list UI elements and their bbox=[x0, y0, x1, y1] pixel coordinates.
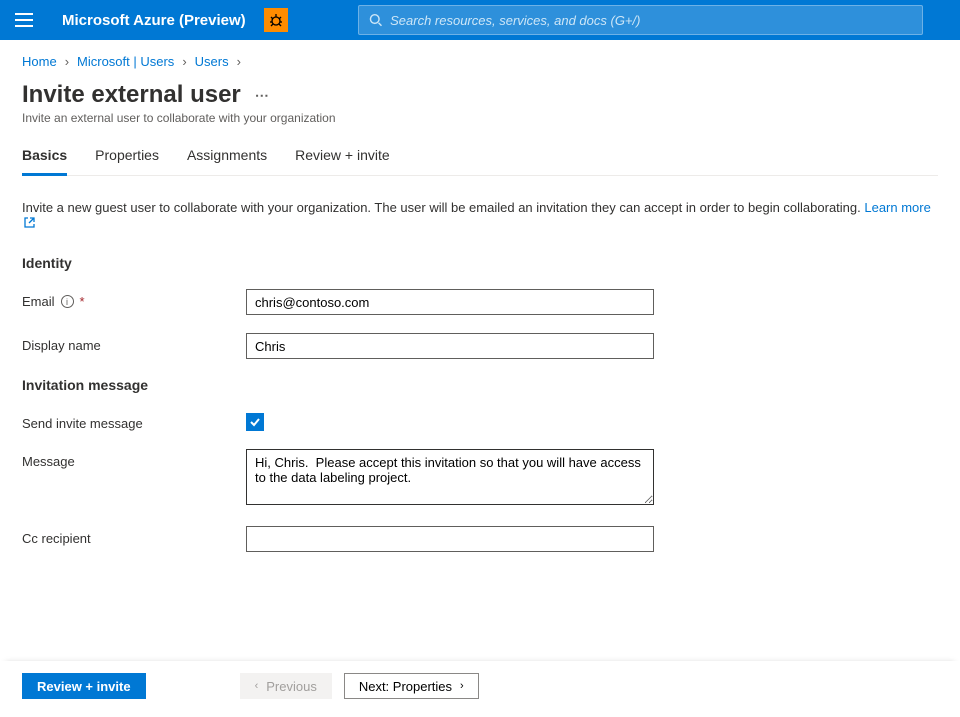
email-label: Email i * bbox=[22, 289, 246, 309]
page-title: Invite external user bbox=[22, 81, 241, 109]
message-field[interactable] bbox=[246, 449, 654, 505]
breadcrumb-last[interactable]: Users bbox=[195, 54, 229, 69]
search-input[interactable] bbox=[390, 13, 912, 28]
brand-title[interactable]: Microsoft Azure (Preview) bbox=[62, 12, 246, 29]
global-search[interactable] bbox=[358, 5, 923, 35]
email-field[interactable] bbox=[246, 289, 654, 315]
bug-icon[interactable] bbox=[264, 8, 288, 32]
chevron-right-icon: › bbox=[237, 54, 241, 69]
cc-field[interactable] bbox=[246, 526, 654, 552]
tab-review[interactable]: Review + invite bbox=[295, 147, 390, 175]
intro-body: Invite a new guest user to collaborate w… bbox=[22, 200, 864, 215]
main-content: Home › Microsoft | Users › Users › Invit… bbox=[0, 40, 960, 552]
tab-assignments[interactable]: Assignments bbox=[187, 147, 267, 175]
intro-text: Invite a new guest user to collaborate w… bbox=[22, 200, 938, 231]
breadcrumb-mid[interactable]: Microsoft | Users bbox=[77, 54, 174, 69]
next-button[interactable]: Next: Properties › bbox=[344, 673, 479, 699]
section-invitation: Invitation message bbox=[22, 377, 938, 393]
menu-button[interactable] bbox=[8, 4, 40, 36]
next-label: Next: Properties bbox=[359, 679, 452, 694]
previous-label: Previous bbox=[266, 679, 317, 694]
top-bar: Microsoft Azure (Preview) bbox=[0, 0, 960, 40]
chevron-right-icon: › bbox=[182, 54, 186, 69]
breadcrumb-home[interactable]: Home bbox=[22, 54, 57, 69]
tab-properties[interactable]: Properties bbox=[95, 147, 159, 175]
display-name-field[interactable] bbox=[246, 333, 654, 359]
more-actions-button[interactable]: ⋯ bbox=[255, 87, 270, 104]
tabs: Basics Properties Assignments Review + i… bbox=[22, 147, 938, 176]
previous-button: ‹ Previous bbox=[240, 673, 332, 699]
external-link-icon bbox=[24, 216, 35, 231]
check-icon bbox=[249, 416, 261, 428]
breadcrumb: Home › Microsoft | Users › Users › bbox=[22, 54, 938, 69]
review-invite-button[interactable]: Review + invite bbox=[22, 673, 146, 699]
chevron-left-icon: ‹ bbox=[255, 680, 259, 692]
chevron-right-icon: › bbox=[460, 680, 464, 692]
footer-bar: Review + invite ‹ Previous Next: Propert… bbox=[0, 661, 960, 717]
send-invite-label: Send invite message bbox=[22, 411, 246, 431]
chevron-right-icon: › bbox=[65, 54, 69, 69]
page-subtitle: Invite an external user to collaborate w… bbox=[22, 111, 938, 125]
info-icon[interactable]: i bbox=[61, 295, 74, 308]
message-label: Message bbox=[22, 449, 246, 469]
page-title-row: Invite external user ⋯ bbox=[22, 81, 938, 109]
display-name-label: Display name bbox=[22, 333, 246, 353]
section-identity: Identity bbox=[22, 255, 938, 271]
cc-label: Cc recipient bbox=[22, 526, 246, 546]
tab-basics[interactable]: Basics bbox=[22, 147, 67, 176]
send-invite-checkbox[interactable] bbox=[246, 413, 264, 431]
required-indicator: * bbox=[80, 294, 85, 309]
